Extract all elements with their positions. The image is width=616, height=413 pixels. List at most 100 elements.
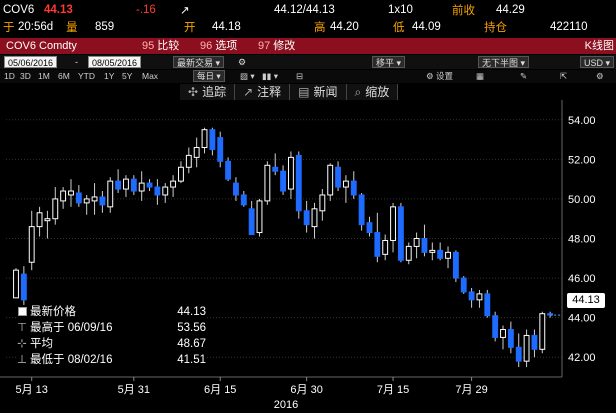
last-time: 20:56d <box>18 21 54 33</box>
ruler-icon[interactable]: ▦ <box>476 71 484 82</box>
candle-body <box>405 245 412 261</box>
period-1y[interactable]: 1Y <box>104 71 114 82</box>
time-label: 于 <box>3 22 15 34</box>
chart-title-bar: COV6 Comdty 95 比较 96 选项 97 修改 K线图 <box>0 38 616 54</box>
chart-style-icon[interactable]: ▮▮ ▾ <box>262 71 278 82</box>
x-tick-label: 6月 30 <box>290 384 322 396</box>
candle-body <box>327 164 334 196</box>
y-tick-label: 46.00 <box>568 273 596 285</box>
high-value: 44.20 <box>330 21 359 33</box>
y-tick-label: 48.00 <box>568 234 596 246</box>
open-label: 开 <box>184 22 196 34</box>
x-tick-label: 6月 15 <box>204 384 236 396</box>
period-1m[interactable]: 1M <box>38 71 50 82</box>
candle-body <box>429 249 436 253</box>
candle-body <box>193 146 200 158</box>
candle-body <box>264 164 271 202</box>
candle-body <box>13 269 19 299</box>
line-chart-icon[interactable]: ▨ ▾ <box>240 71 255 82</box>
edit-button[interactable]: 97 修改 <box>254 38 299 54</box>
candle-body <box>99 196 106 206</box>
candle-body <box>44 218 51 222</box>
candle-body <box>374 232 381 257</box>
candle-body <box>209 129 216 150</box>
settings-link[interactable]: ⚙ 设置 <box>426 71 453 82</box>
x-tick-label: 5月 31 <box>118 384 150 396</box>
date-range-row: 05/06/2016 - 08/05/2016 最新交易 ▾ ⚙ 移平 ▾ 无下… <box>0 55 616 69</box>
annotate-button[interactable]: ↗ 注释 <box>235 84 291 100</box>
candle-body <box>342 180 349 188</box>
candle-body <box>154 186 161 196</box>
y-tick-label: 42.00 <box>568 352 596 364</box>
currency-dropdown[interactable]: USD ▾ <box>580 56 615 68</box>
candle-body <box>539 313 546 350</box>
candle-body <box>20 273 27 301</box>
y-axis: 42.00 44.00 46.00 48.00 50.00 52.00 54.00 <box>561 100 596 377</box>
candle-body <box>507 329 514 348</box>
x-tick-label: 7月 15 <box>377 384 409 396</box>
candle-body <box>91 196 98 202</box>
chart-type-label[interactable]: K线图 <box>585 38 614 54</box>
prev-close-value: 44.29 <box>496 4 525 16</box>
annotate-icon: ↗ <box>243 85 254 99</box>
high-label: 高 <box>314 22 326 34</box>
lower-chart-dropdown[interactable]: 无下半图 ▾ <box>478 56 530 68</box>
candle-body <box>178 166 184 182</box>
mode-dropdown[interactable]: 最新交易 ▾ <box>173 56 225 68</box>
x-axis: 5月 13 5月 31 6月 15 6月 30 7月 15 7月 29 2016 <box>0 376 562 411</box>
candle-body <box>115 180 122 190</box>
candle-body <box>217 137 224 162</box>
y-tick-label: 54.00 <box>568 115 596 127</box>
high-marker-icon: ⊤ <box>16 322 28 334</box>
candle-body <box>52 198 59 220</box>
period-6m[interactable]: 6M <box>58 71 70 82</box>
candle-body <box>146 182 153 188</box>
prev-close-label: 前收 <box>452 5 475 17</box>
candle-body <box>358 194 365 226</box>
news-icon: ▤ <box>298 85 310 99</box>
open-interest-value: 422110 <box>550 21 588 33</box>
frequency-dropdown[interactable]: 每日 ▾ <box>193 70 225 82</box>
period-3d[interactable]: 3D <box>20 71 31 82</box>
zoom-button[interactable]: ⌕ 缩放 <box>346 84 399 100</box>
candle-body <box>460 277 467 293</box>
mini-trend-icon: ↗ <box>180 5 190 17</box>
end-date-field[interactable]: 08/05/2016 <box>88 56 142 68</box>
gear-icon[interactable]: ⚙ <box>596 71 604 82</box>
open-interest-label: 持仓 <box>484 22 507 34</box>
candle-body <box>201 129 208 148</box>
chart-legend: 最新价格 44.13 ⊤ 最高于 06/09/16 53.56 ⊹ 平均 48.… <box>16 305 206 371</box>
candle-body <box>397 206 404 261</box>
candle-body <box>445 251 451 259</box>
options-button[interactable]: 96 选项 <box>196 38 241 54</box>
shift-dropdown[interactable]: 移平 ▾ <box>372 56 406 68</box>
zoom-out-icon[interactable]: ⊟ <box>296 71 303 82</box>
candle-body <box>335 166 341 188</box>
low-marker-icon: ⊥ <box>16 354 28 366</box>
magnifier-icon: ⌕ <box>354 85 362 99</box>
period-1d[interactable]: 1D <box>4 71 15 82</box>
candle-body <box>225 160 232 180</box>
candle-body <box>484 293 491 317</box>
settings-icon[interactable]: ⚙ <box>238 56 246 68</box>
period-max[interactable]: Max <box>142 71 158 82</box>
volume-value: 859 <box>95 21 115 33</box>
candle-body <box>170 180 177 188</box>
fullscreen-icon[interactable]: ⇱ <box>560 71 567 82</box>
candle-body <box>531 334 538 350</box>
period-5y[interactable]: 5Y <box>122 71 132 82</box>
candle-body <box>413 238 420 247</box>
candle-body <box>319 194 326 212</box>
candle-body <box>382 239 389 255</box>
track-button[interactable]: ✣ 追踪 <box>180 84 236 100</box>
x-axis-year-label: 2016 <box>274 399 298 411</box>
candle-body <box>83 198 90 204</box>
legend-last: 最新价格 44.13 <box>16 305 206 319</box>
compare-button[interactable]: 95 比较 <box>138 38 183 54</box>
security-name: COV6 Comdty <box>6 40 77 52</box>
news-button[interactable]: ▤ 新闻 <box>290 84 347 100</box>
period-ytd[interactable]: YTD <box>78 71 95 82</box>
y-tick-label: 52.00 <box>568 154 596 166</box>
pencil-icon[interactable]: ✎ <box>520 71 527 82</box>
start-date-field[interactable]: 05/06/2016 <box>4 56 58 68</box>
